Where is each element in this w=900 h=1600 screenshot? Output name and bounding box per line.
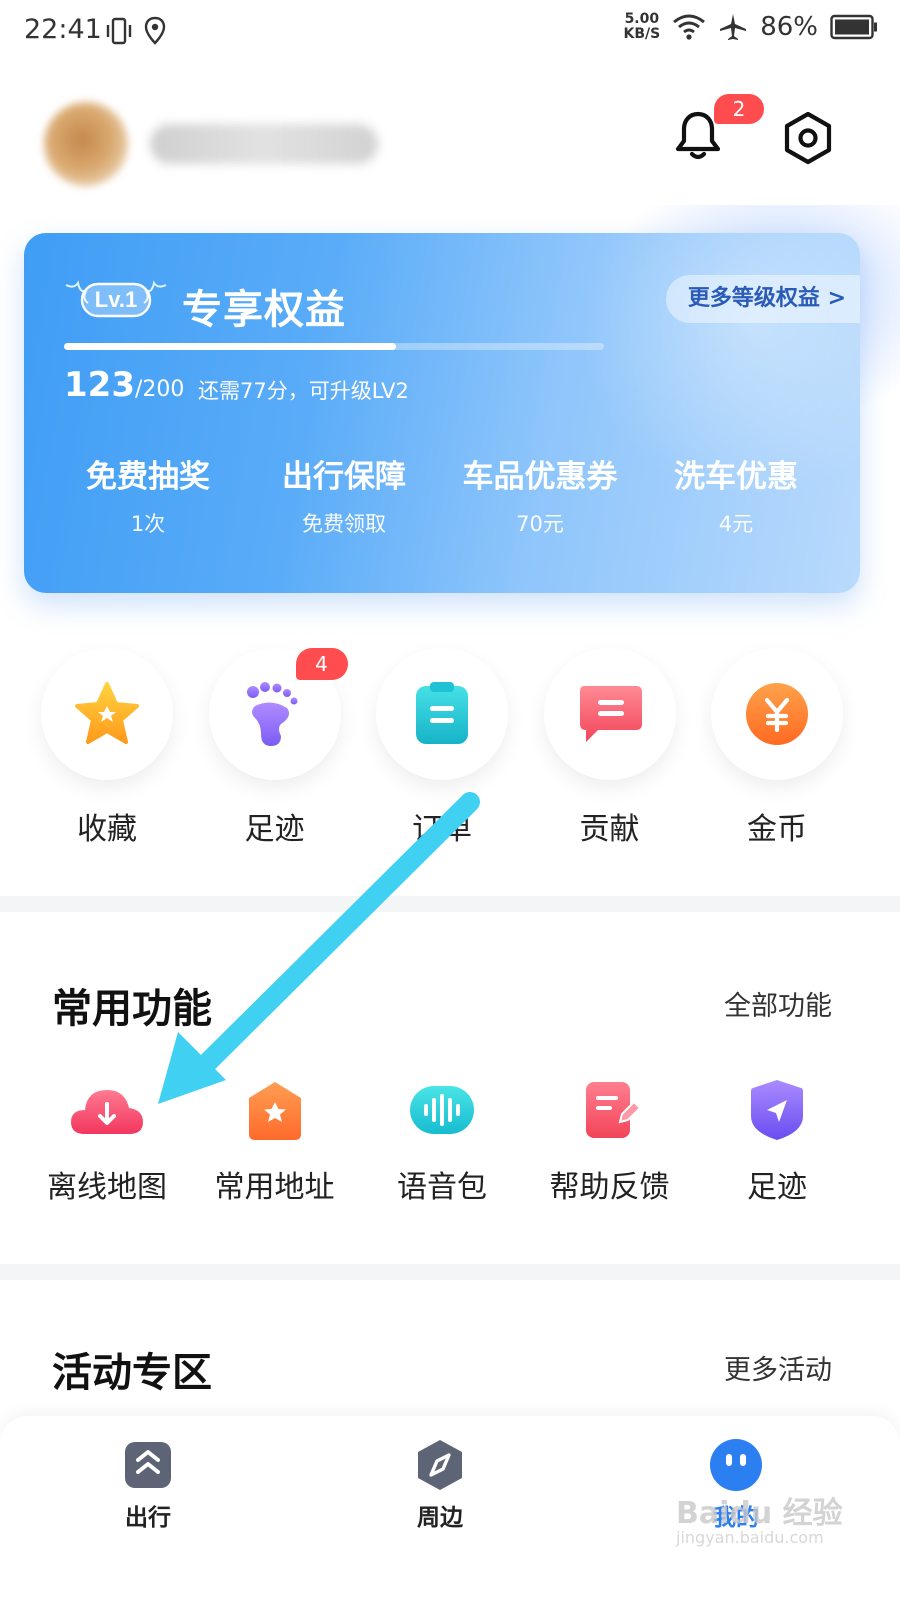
common-functions-row: 离线地图 常用地址 语音包 帮助反馈 足迹 — [24, 1078, 860, 1206]
avatar[interactable] — [44, 102, 128, 186]
username-blurred[interactable] — [150, 124, 378, 164]
perk-car-wash[interactable]: 洗车优惠 4元 — [638, 451, 834, 538]
section-divider — [0, 896, 900, 912]
card-title: 专享权益 — [182, 287, 346, 333]
activity-title: 活动专区 — [52, 1350, 212, 1396]
profile-header: 2 — [0, 80, 900, 192]
func-voice-pack[interactable]: 语音包 — [359, 1078, 525, 1206]
quick-access-row: 收藏 4 足迹 订单 贡献 金币 — [24, 648, 860, 848]
wifi-icon — [673, 14, 706, 40]
func-common-address[interactable]: 常用地址 — [192, 1078, 358, 1206]
common-functions-title: 常用功能 — [52, 986, 212, 1032]
func-footprint[interactable]: 足迹 — [694, 1078, 860, 1206]
more-levels-button[interactable]: 更多等级权益 > — [665, 275, 860, 323]
home-address-icon — [248, 1082, 301, 1140]
perks-row: 免费抽奖 1次 出行保障 免费领取 车品优惠券 70元 洗车优惠 4元 — [50, 451, 834, 538]
notification-badge: 2 — [714, 94, 764, 124]
level-score: 123/200 — [64, 365, 185, 405]
level-badge: Lv.1 — [64, 279, 168, 321]
footprint-nav-icon — [751, 1080, 803, 1140]
more-activities-link[interactable]: 更多活动 — [724, 1348, 832, 1387]
status-bar: 22:41 5.00 KB/S 86% — [0, 0, 900, 64]
perk-car-coupon[interactable]: 车品优惠券 70元 — [442, 451, 638, 538]
level-text: Lv.1 — [94, 287, 138, 312]
star-icon — [75, 682, 139, 744]
quick-favorites[interactable]: 收藏 — [24, 648, 190, 848]
battery-icon — [830, 14, 877, 40]
watermark-url: jingyan.baidu.com — [676, 1528, 824, 1547]
watermark: Baidu 经验 — [676, 1496, 843, 1531]
nav-travel[interactable]: 出行 — [88, 1438, 208, 1532]
coin-icon — [746, 683, 808, 745]
voice-pack-icon — [410, 1086, 474, 1134]
compass-icon — [418, 1440, 462, 1490]
quick-contribution[interactable]: 贡献 — [527, 648, 693, 848]
contribution-icon — [579, 686, 642, 742]
quick-orders[interactable]: 订单 — [359, 648, 525, 848]
func-offline-map[interactable]: 离线地图 — [24, 1078, 190, 1206]
func-help-feedback[interactable]: 帮助反馈 — [527, 1078, 693, 1206]
quick-footprint[interactable]: 4 足迹 — [192, 648, 358, 848]
perk-lottery[interactable]: 免费抽奖 1次 — [50, 451, 246, 538]
settings-icon[interactable] — [780, 110, 836, 166]
travel-icon — [125, 1442, 171, 1488]
feedback-icon — [585, 1082, 641, 1138]
vibrate-icon — [106, 17, 132, 45]
offline-map-icon — [71, 1090, 143, 1134]
network-speed: 5.00 KB/S — [623, 11, 661, 42]
section-divider — [0, 1264, 900, 1280]
footprint-icon — [246, 682, 297, 746]
location-icon — [144, 16, 166, 45]
footprint-badge: 4 — [295, 648, 348, 680]
upgrade-hint: 还需77分，可升级LV2 — [198, 379, 409, 403]
membership-card[interactable]: Lv.1 专享权益 更多等级权益 > 123/200 还需77分，可升级LV2 … — [24, 233, 860, 593]
profile-icon — [710, 1439, 762, 1491]
nav-nearby[interactable]: 周边 — [380, 1438, 500, 1532]
perk-travel-insurance[interactable]: 出行保障 免费领取 — [246, 451, 442, 538]
level-progress-bar — [64, 343, 604, 350]
all-functions-link[interactable]: 全部功能 — [724, 984, 832, 1023]
level-progress-fill — [64, 343, 397, 350]
quick-coins[interactable]: 金币 — [694, 648, 860, 848]
battery-percent: 86% — [760, 12, 818, 42]
status-time: 22:41 — [24, 14, 102, 45]
order-icon — [416, 682, 468, 744]
airplane-icon — [720, 14, 747, 40]
